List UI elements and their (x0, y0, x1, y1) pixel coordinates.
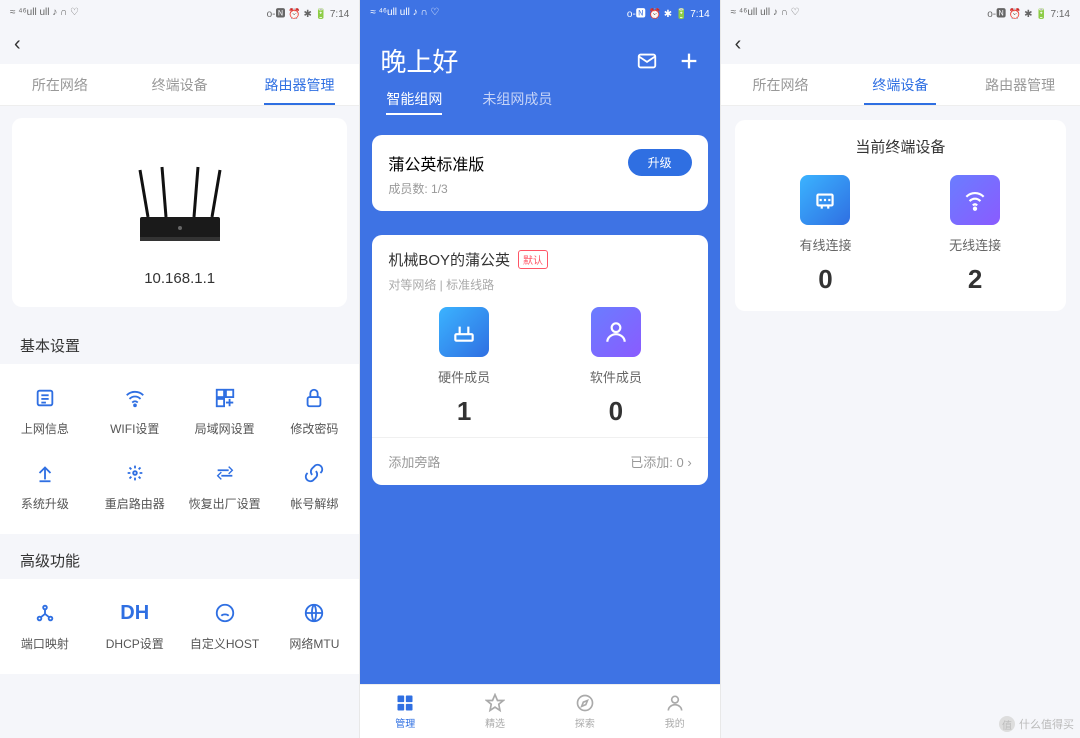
section-advanced: 高级功能 (0, 534, 359, 579)
item-wifi[interactable]: WIFI设置 (90, 374, 180, 449)
dhcp-icon: DH (123, 601, 147, 625)
upgrade-icon (33, 461, 57, 485)
item-factory-reset[interactable]: 恢复出厂设置 (180, 449, 270, 524)
person-icon (591, 307, 641, 357)
wifi-icon (950, 175, 1000, 225)
tab-router-mgmt[interactable]: 路由器管理 (240, 64, 360, 105)
item-port-map[interactable]: 端口映射 (0, 589, 90, 664)
home-screen: ≈ ⁴⁶ull ull ♪ ∩ ♡o-🅽 ⏰ ✱ 🔋 7:14 晚上好 智能组网… (360, 0, 719, 738)
router-management-screen: ≈ ⁴⁶ull ull ♪ ∩ ♡o-🅽 ⏰ ✱ 🔋 7:14 ‹ 所在网络 终… (0, 0, 359, 738)
tab-router-mgmt[interactable]: 路由器管理 (960, 64, 1080, 105)
router-card: 10.168.1.1 (12, 118, 347, 307)
hardware-members[interactable]: 硬件成员 1 (388, 307, 540, 427)
greeting-text: 晚上好 (380, 42, 458, 79)
tab-unjoined[interactable]: 未组网成员 (482, 89, 552, 109)
unlink-icon (302, 461, 326, 485)
status-bar: ≈ ⁴⁶ull ull ♪ ∩ ♡o-🅽 ⏰ ✱ 🔋 7:14 (721, 0, 1080, 24)
network-card: 机械BOY的蒲公英 默认 对等网络 | 标准线路 硬件成员 1 软件成员 0 添… (372, 235, 707, 485)
nav-profile[interactable]: 我的 (630, 685, 720, 738)
add-route-row[interactable]: 添加旁路 已添加: 0 › (372, 437, 707, 485)
card-title: 当前终端设备 (751, 136, 1050, 157)
mtu-icon (302, 601, 326, 625)
advanced-grid: 端口映射 DHDHCP设置 自定义HOST 网络MTU (0, 579, 359, 674)
bottom-nav: 管理 精选 探索 我的 (360, 684, 719, 738)
tab-smart-net[interactable]: 智能组网 (386, 89, 442, 109)
item-unbind[interactable]: 帐号解绑 (269, 449, 359, 524)
topbar: ‹ (721, 24, 1080, 64)
nav-manage[interactable]: 管理 (360, 685, 450, 738)
wired-block[interactable]: 有线连接 0 (751, 175, 901, 295)
router-image (120, 142, 240, 262)
item-host[interactable]: 自定义HOST (180, 589, 270, 664)
top-tabs: 所在网络 终端设备 路由器管理 (721, 64, 1080, 106)
watermark-icon: 值 (999, 716, 1015, 732)
terminals-screen: ≈ ⁴⁶ull ull ♪ ∩ ♡o-🅽 ⏰ ✱ 🔋 7:14 ‹ 所在网络 终… (721, 0, 1080, 738)
router-icon (439, 307, 489, 357)
tab-network[interactable]: 所在网络 (721, 64, 841, 105)
nav-explore[interactable]: 探索 (540, 685, 630, 738)
add-icon[interactable] (678, 50, 700, 72)
lock-icon (302, 386, 326, 410)
item-lan[interactable]: 局域网设置 (180, 374, 270, 449)
lan-icon (213, 386, 237, 410)
item-reboot[interactable]: 重启路由器 (90, 449, 180, 524)
item-mtu[interactable]: 网络MTU (269, 589, 359, 664)
plan-card: 蒲公英标准版 升级 成员数: 1/3 (372, 135, 707, 211)
net-tabs: 智能组网 未组网成员 (360, 89, 719, 109)
watermark: 值 什么值得买 (999, 716, 1074, 732)
top-tabs: 所在网络 终端设备 路由器管理 (0, 64, 359, 106)
tab-network[interactable]: 所在网络 (0, 64, 120, 105)
tab-devices[interactable]: 终端设备 (120, 64, 240, 105)
mail-icon[interactable] (636, 50, 658, 72)
status-bar: ≈ ⁴⁶ull ull ♪ ∩ ♡o-🅽 ⏰ ✱ 🔋 7:14 (0, 0, 359, 24)
status-bar: ≈ ⁴⁶ull ull ♪ ∩ ♡o-🅽 ⏰ ✱ 🔋 7:14 (360, 0, 719, 24)
nav-featured[interactable]: 精选 (450, 685, 540, 738)
plan-name: 蒲公英标准版 (388, 151, 484, 175)
section-basic: 基本设置 (0, 319, 359, 364)
router-ip: 10.168.1.1 (144, 270, 215, 287)
list-icon (33, 386, 57, 410)
item-upgrade[interactable]: 系统升级 (0, 449, 90, 524)
back-icon[interactable]: ‹ (14, 33, 21, 56)
item-net-info[interactable]: 上网信息 (0, 374, 90, 449)
back-icon[interactable]: ‹ (735, 33, 742, 56)
basic-grid: 上网信息 WIFI设置 局域网设置 修改密码 系统升级 重启路由器 恢复出厂设置… (0, 364, 359, 534)
default-badge: 默认 (518, 250, 548, 269)
tab-devices[interactable]: 终端设备 (840, 64, 960, 105)
wifi-icon (123, 386, 147, 410)
host-icon (213, 601, 237, 625)
reset-icon (213, 461, 237, 485)
network-meta: 对等网络 | 标准线路 (388, 276, 691, 293)
upgrade-button[interactable]: 升级 (628, 149, 692, 176)
greeting-row: 晚上好 (360, 24, 719, 89)
item-password[interactable]: 修改密码 (269, 374, 359, 449)
reboot-icon (123, 461, 147, 485)
ethernet-icon (800, 175, 850, 225)
network-name-row: 机械BOY的蒲公英 默认 (388, 249, 691, 270)
wireless-block[interactable]: 无线连接 2 (900, 175, 1050, 295)
software-members[interactable]: 软件成员 0 (540, 307, 692, 427)
terminals-card: 当前终端设备 有线连接 0 无线连接 2 (735, 120, 1066, 311)
item-dhcp[interactable]: DHDHCP设置 (90, 589, 180, 664)
port-icon (33, 601, 57, 625)
topbar: ‹ (0, 24, 359, 64)
